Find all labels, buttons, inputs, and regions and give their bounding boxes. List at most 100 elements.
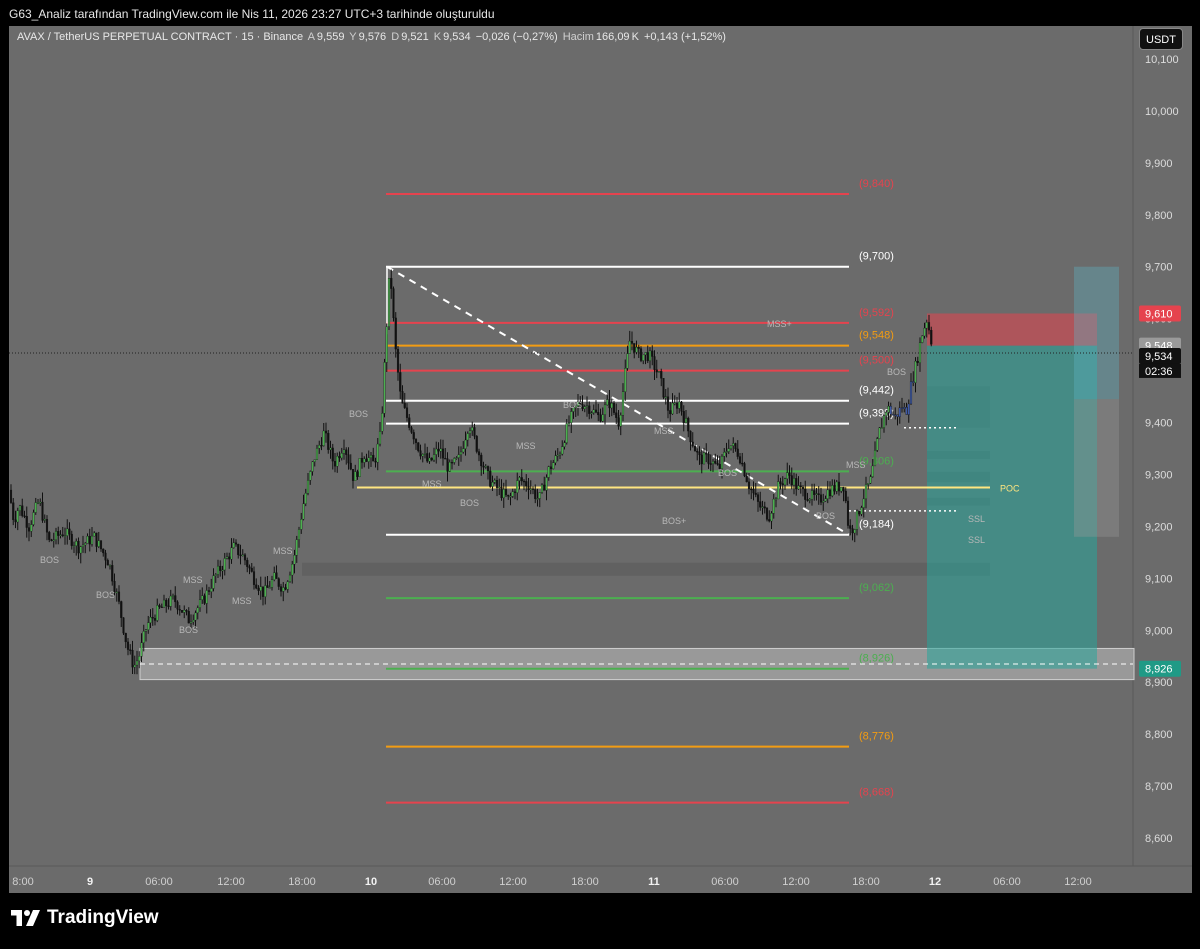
candle-body bbox=[693, 445, 697, 452]
candle-body bbox=[70, 533, 73, 546]
chart-panel[interactable]: 10,10010,0009,9009,8009,7009,6009,5009,4… bbox=[9, 26, 1192, 893]
candle-body bbox=[261, 586, 265, 597]
open-value: 9,559 bbox=[316, 31, 345, 43]
candle-body bbox=[275, 572, 278, 579]
candle-body bbox=[552, 462, 555, 470]
y-tick-label: 10,000 bbox=[1145, 106, 1179, 118]
candle-body bbox=[849, 525, 852, 529]
candle-body bbox=[387, 278, 391, 327]
candle-body bbox=[43, 519, 46, 521]
candle-body bbox=[799, 485, 802, 488]
currency-button[interactable]: USDT bbox=[1139, 28, 1183, 50]
candle-body bbox=[124, 632, 127, 643]
low-label: D bbox=[391, 31, 400, 43]
y-tick-label: 9,400 bbox=[1145, 418, 1173, 430]
candle-body bbox=[306, 480, 310, 494]
candle-body bbox=[835, 481, 838, 492]
candle-body bbox=[675, 402, 679, 409]
candle-body bbox=[696, 451, 699, 453]
candle-body bbox=[860, 507, 863, 515]
candle-body bbox=[408, 417, 411, 428]
candle-body bbox=[869, 476, 872, 484]
candle-body bbox=[228, 556, 231, 560]
candle-body bbox=[288, 574, 292, 582]
candle-body bbox=[864, 484, 868, 500]
open-label: A bbox=[307, 31, 315, 43]
candle-body bbox=[81, 544, 85, 547]
candle-body bbox=[207, 590, 211, 592]
candle-body bbox=[162, 599, 166, 608]
candle-body bbox=[630, 340, 634, 344]
candle-body bbox=[792, 478, 796, 486]
candle-body bbox=[430, 457, 433, 461]
candle-body bbox=[106, 560, 109, 566]
candle-body bbox=[266, 585, 269, 588]
candle-body bbox=[205, 590, 208, 604]
fvg-zone bbox=[302, 562, 990, 576]
candle-body bbox=[594, 409, 598, 413]
candle-body bbox=[779, 481, 782, 484]
candle-body bbox=[783, 478, 787, 486]
candle-body bbox=[513, 491, 517, 493]
position-stop-zone bbox=[927, 313, 1097, 346]
candle-body bbox=[171, 595, 175, 597]
x-tick-label: 12:00 bbox=[1064, 876, 1092, 888]
symbol-name[interactable]: AVAX / TetherUS PERPETUAL CONTRACT · 15 … bbox=[17, 31, 303, 43]
candle-body bbox=[795, 478, 798, 490]
candle-body bbox=[25, 516, 28, 528]
candle-body bbox=[583, 406, 586, 409]
candle-body bbox=[831, 485, 834, 497]
change-value: −0,026 (−0,27%) bbox=[475, 31, 558, 43]
candle-body bbox=[871, 465, 874, 477]
candle-body bbox=[169, 595, 172, 607]
candle-body bbox=[889, 406, 892, 415]
candle-body bbox=[79, 546, 82, 554]
candle-body bbox=[255, 584, 258, 589]
structure-label: MSS bbox=[273, 546, 293, 556]
candle-body bbox=[153, 618, 157, 621]
structure-label: BOS bbox=[40, 555, 59, 565]
candle-body bbox=[345, 449, 348, 455]
candle-body bbox=[18, 505, 22, 511]
symbol-legend: AVAX / TetherUS PERPETUAL CONTRACT · 15 … bbox=[17, 31, 728, 43]
candle-body bbox=[914, 360, 917, 383]
candle-body bbox=[286, 581, 289, 590]
candle-body bbox=[358, 458, 361, 477]
candle-body bbox=[628, 340, 631, 354]
candle-body bbox=[426, 453, 429, 462]
candle-body bbox=[27, 527, 31, 532]
position-info-box bbox=[1074, 399, 1119, 537]
structure-label: MSS bbox=[232, 596, 252, 606]
candle-body bbox=[268, 587, 271, 589]
candle-body bbox=[448, 462, 451, 472]
footer: TradingView bbox=[0, 893, 1200, 949]
candle-body bbox=[657, 371, 661, 373]
snapshot-title: G63_Analiz tarafından TradingView.com il… bbox=[9, 7, 495, 21]
candle-body bbox=[385, 326, 388, 363]
candle-body bbox=[561, 446, 564, 455]
candle-body bbox=[734, 443, 737, 450]
candle-body bbox=[471, 427, 474, 431]
tradingview-logo[interactable]: TradingView bbox=[11, 907, 159, 929]
candle-body bbox=[905, 407, 908, 415]
candle-body bbox=[93, 532, 96, 537]
price-chart[interactable]: 10,10010,0009,9009,8009,7009,6009,5009,4… bbox=[9, 26, 1192, 893]
candle-body bbox=[453, 458, 456, 463]
candle-body bbox=[232, 542, 235, 548]
candle-body bbox=[441, 448, 445, 459]
x-tick-label: 18:00 bbox=[288, 876, 316, 888]
level-label: (9,500) bbox=[859, 355, 894, 367]
volume-change: +0,143 (+1,52%) bbox=[643, 31, 726, 43]
candle-body bbox=[401, 391, 404, 404]
candle-body bbox=[698, 451, 701, 456]
level-label: (8,668) bbox=[859, 787, 894, 799]
candle-body bbox=[705, 452, 708, 455]
candle-body bbox=[687, 418, 690, 432]
level-label: (9,548) bbox=[859, 330, 894, 342]
candle-body bbox=[673, 402, 676, 405]
candle-body bbox=[144, 629, 148, 632]
x-tick-label: 12 bbox=[929, 876, 941, 888]
candle-body bbox=[855, 510, 859, 530]
candle-body bbox=[234, 542, 238, 545]
candle-body bbox=[75, 541, 78, 546]
